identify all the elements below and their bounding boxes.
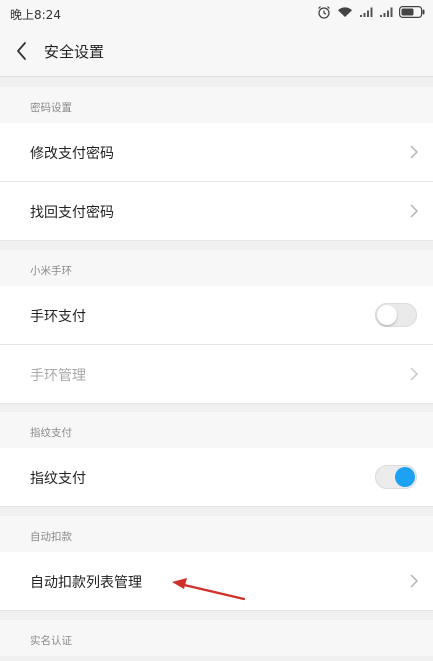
recover-pay-password-row[interactable]: 找回支付密码 (0, 182, 433, 241)
band-pay-toggle[interactable] (375, 303, 417, 327)
chevron-right-icon (409, 145, 419, 159)
signal-icon (359, 6, 373, 18)
status-icons (317, 5, 425, 19)
app-bar: 安全设置 (0, 26, 433, 77)
section-header-real-name: 实名认证 (0, 620, 433, 656)
toggle-knob (377, 305, 397, 325)
section-header-mi-band: 小米手环 (0, 250, 433, 286)
row-label: 指纹支付 (30, 471, 86, 487)
chevron-right-icon (409, 367, 419, 381)
row-label: 手环管理 (30, 368, 86, 384)
chevron-right-icon (409, 574, 419, 588)
row-label: 修改支付密码 (30, 146, 114, 162)
change-pay-password-row[interactable]: 修改支付密码 (0, 123, 433, 182)
section-header-fingerprint: 指纹支付 (0, 412, 433, 448)
annotation-arrow-icon (168, 572, 248, 606)
band-manage-row[interactable]: 手环管理 (0, 345, 433, 404)
fingerprint-pay-row: 指纹支付 (0, 448, 433, 507)
back-chevron-icon[interactable] (12, 40, 32, 62)
row-label: 手环支付 (30, 309, 86, 325)
band-pay-row: 手环支付 (0, 286, 433, 345)
battery-icon (399, 6, 425, 18)
status-bar: 晚上8:24 (0, 0, 433, 26)
signal-icon (379, 6, 393, 18)
row-label: 找回支付密码 (30, 205, 114, 221)
section-header-auto-debit: 自动扣款 (0, 516, 433, 552)
status-time: 晚上8:24 (10, 8, 61, 22)
page-title: 安全设置 (44, 43, 105, 61)
fingerprint-pay-toggle[interactable] (375, 465, 417, 489)
chevron-right-icon (409, 204, 419, 218)
section-header-password: 密码设置 (0, 87, 433, 123)
toggle-knob (395, 467, 415, 487)
alarm-icon (317, 5, 331, 19)
row-label: 自动扣款列表管理 (30, 575, 142, 591)
wifi-icon (337, 6, 353, 18)
